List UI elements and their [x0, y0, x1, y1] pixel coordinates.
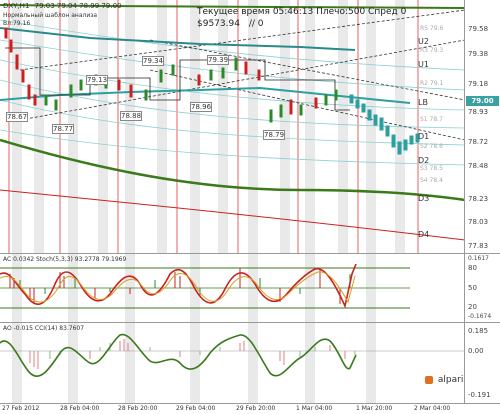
- minor-label: S1 78.7: [420, 116, 443, 123]
- ma-line-mid: [0, 86, 411, 104]
- axis-tick: 80: [468, 264, 477, 272]
- ac-stoch-title: AC 0.0342 Stoch(5,3,3) 93.2778 79.1969: [3, 256, 127, 263]
- alpari-logo-icon: [425, 375, 433, 384]
- minor-label: S3 78.5: [420, 165, 443, 172]
- level-label-d3: D3: [418, 194, 430, 203]
- time-label: 28 Feb 04:00: [60, 405, 100, 412]
- time-label: 29 Feb 20:00: [236, 405, 276, 412]
- ac-stoch-axis[interactable]: 0.1617 80 50 20 -0.1674: [464, 254, 500, 322]
- main-price-axis[interactable]: 79.58 79.38 79.18 79.00 78.93 78.72 78.4…: [464, 0, 500, 253]
- price-label: 78.79: [263, 130, 286, 140]
- time-label: 1 Mar 20:00: [356, 405, 393, 412]
- balance-line: $9573.94 // 0: [197, 19, 263, 29]
- axis-tick: 78.23: [468, 195, 489, 203]
- instrument-symbol: DXY,H1: [3, 2, 30, 10]
- axis-tick: 77.83: [468, 242, 489, 250]
- axis-tick: 78.48: [468, 162, 489, 170]
- time-label: 27 Feb 2012: [2, 405, 40, 412]
- minor-label: R5 79.6: [420, 25, 444, 32]
- ao-cci-panel[interactable]: AO -0.015 CCI(14) 83.7607 alpari: [0, 323, 465, 403]
- axis-tick: 0.1617: [468, 255, 489, 262]
- axis-tick: 0.00: [468, 347, 484, 355]
- candlesticks: [4, 27, 420, 155]
- time-label: 1 Mar 04:00: [296, 405, 333, 412]
- minor-label: S2 78.6: [420, 143, 443, 150]
- brand-name: alpari: [437, 375, 464, 385]
- axis-tick: 78.93: [468, 108, 489, 116]
- axis-tick: -0.1674: [468, 313, 492, 320]
- ac-stoch-panel[interactable]: AC 0.0342 Stoch(5,3,3) 93.2778 79.1969: [0, 254, 465, 322]
- ao-cci-axis[interactable]: 0.185 0.00 -0.191: [464, 323, 500, 403]
- indicator-value: Вл:79.16: [3, 20, 31, 27]
- price-label: 78.96: [190, 102, 213, 112]
- axis-tick: -0.191: [468, 391, 491, 399]
- ao-cci-title: AO -0.015 CCI(14) 83.7607: [3, 325, 85, 332]
- cci-line: [0, 333, 357, 377]
- level-label-u2: U2: [418, 37, 429, 46]
- axis-tick: 79.58: [468, 25, 489, 33]
- price-label: 79.34: [142, 56, 165, 66]
- minor-label: S4 78.4: [420, 177, 443, 184]
- ao-cci-canvas: [0, 323, 465, 403]
- balance-value: $9573.94: [197, 19, 240, 29]
- current-price-marker: 79.00: [466, 96, 499, 106]
- ac-stoch-canvas: [0, 254, 410, 322]
- stoch-main-line: [0, 263, 357, 309]
- minor-label: R2 79.1: [420, 80, 444, 87]
- price-label: 78.88: [120, 111, 143, 121]
- balance-suffix: // 0: [248, 19, 264, 29]
- brand-logo: alpari: [425, 375, 463, 385]
- time-label: 28 Feb 20:00: [118, 405, 158, 412]
- level-label-u1: U1: [418, 60, 429, 69]
- axis-tick: 20: [468, 303, 477, 311]
- status-line: Текущее время 05:46:13 Плечо:500 Спред 0: [197, 7, 407, 17]
- axis-tick: 79.18: [468, 80, 489, 88]
- time-axis[interactable]: 27 Feb 2012 28 Feb 04:00 28 Feb 20:00 29…: [0, 403, 500, 414]
- axis-tick: 78.03: [468, 218, 489, 226]
- axis-tick: 50: [468, 284, 477, 292]
- price-label: 79.13: [86, 75, 109, 85]
- axis-tick: 79.38: [468, 50, 489, 58]
- level-label-lb: LB: [418, 98, 428, 107]
- time-label: 2 Mar 04:00: [414, 405, 451, 412]
- minor-label: R3 79.3: [420, 47, 444, 54]
- time-label: 29 Feb 04:00: [176, 405, 216, 412]
- level-label-d2: D2: [418, 156, 430, 165]
- instrument-title: DXY,H1 79.03 79.04 78.99 79.00: [3, 2, 121, 10]
- price-label: 79.39: [207, 55, 230, 65]
- indicator-name: Нормальный шаблон анализа: [3, 12, 98, 19]
- main-price-chart[interactable]: DXY,H1 79.03 79.04 78.99 79.00 Нормальны…: [0, 0, 465, 253]
- level-label-d1: D1: [418, 132, 430, 141]
- axis-tick: 0.185: [468, 327, 489, 335]
- price-label: 78.67: [6, 112, 29, 122]
- level-label-d4: D4: [418, 230, 430, 239]
- ohlc-values: 79.03 79.04 78.99 79.00: [34, 2, 122, 10]
- axis-tick: 78.72: [468, 138, 489, 146]
- price-label: 78.77: [52, 124, 75, 134]
